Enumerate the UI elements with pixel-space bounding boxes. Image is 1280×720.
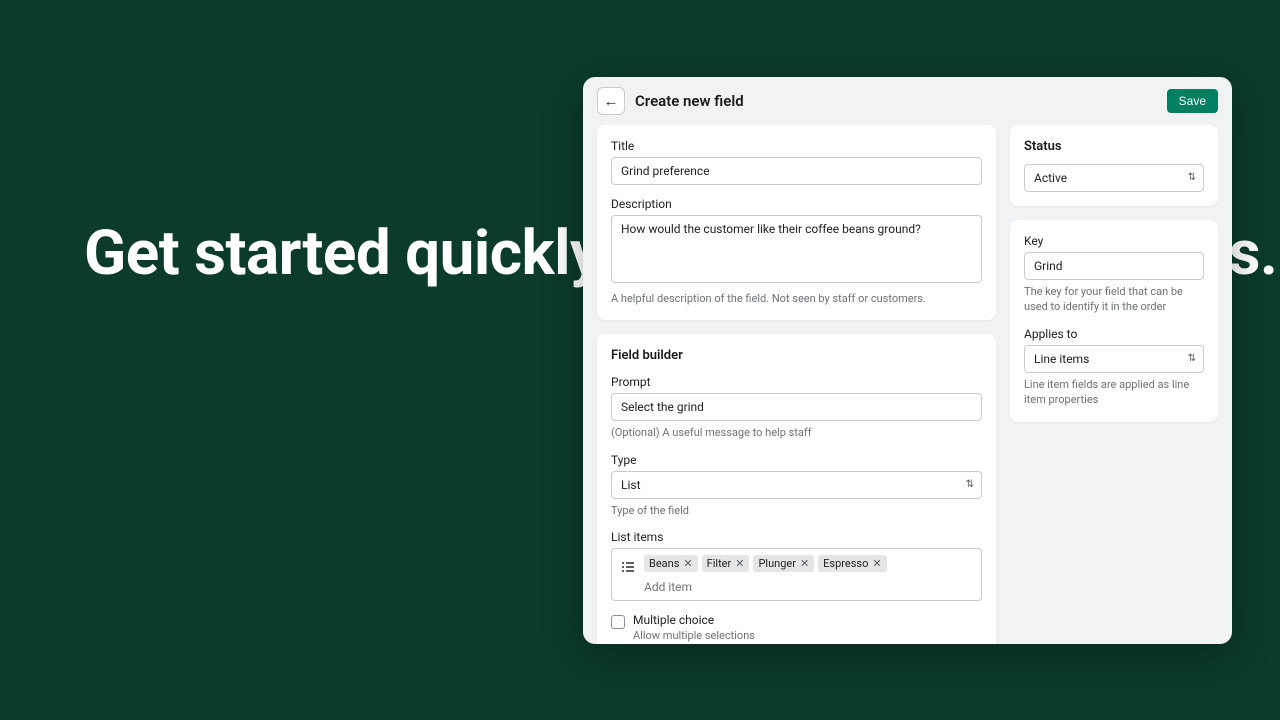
description-textarea[interactable]: How would the customer like their coffee… xyxy=(611,215,982,283)
prompt-help: (Optional) A useful message to help staf… xyxy=(611,425,982,440)
tag-item: Filter✕ xyxy=(702,555,750,572)
applies-to-help: Line item fields are applied as line ite… xyxy=(1024,377,1204,408)
applies-to-label: Applies to xyxy=(1024,327,1204,341)
arrow-left-icon: ← xyxy=(604,92,619,110)
remove-tag-icon[interactable]: ✕ xyxy=(800,558,809,569)
add-item-input[interactable] xyxy=(644,578,973,598)
key-card: Key The key for your field that can be u… xyxy=(1010,220,1218,422)
type-label: Type xyxy=(611,453,982,467)
description-label: Description xyxy=(611,197,982,211)
list-items-label: List items xyxy=(611,530,982,544)
applies-to-select[interactable] xyxy=(1024,345,1204,373)
field-builder-card: Field builder Prompt (Optional) A useful… xyxy=(597,334,996,644)
remove-tag-icon[interactable]: ✕ xyxy=(735,558,744,569)
title-input[interactable] xyxy=(611,157,982,185)
basic-info-card: Title Description How would the customer… xyxy=(597,125,996,320)
type-help: Type of the field xyxy=(611,503,982,518)
panel-title: Create new field xyxy=(635,92,1157,110)
status-heading: Status xyxy=(1024,139,1204,154)
multiple-choice-label: Multiple choice xyxy=(633,613,755,627)
prompt-input[interactable] xyxy=(611,393,982,421)
title-label: Title xyxy=(611,139,982,153)
key-label: Key xyxy=(1024,234,1204,248)
list-items-box[interactable]: Beans✕ Filter✕ Plunger✕ Espresso✕ xyxy=(611,548,982,601)
remove-tag-icon[interactable]: ✕ xyxy=(872,558,881,569)
key-help: The key for your field that can be used … xyxy=(1024,284,1204,315)
status-card: Status ⇅ xyxy=(1010,125,1218,206)
prompt-label: Prompt xyxy=(611,375,982,389)
tag-item: Espresso✕ xyxy=(818,555,886,572)
description-help: A helpful description of the field. Not … xyxy=(611,291,982,306)
remove-tag-icon[interactable]: ✕ xyxy=(683,558,692,569)
back-button[interactable]: ← xyxy=(597,87,625,115)
list-icon xyxy=(620,559,636,575)
create-field-panel: ← Create new field Save Title Descriptio… xyxy=(583,77,1232,644)
multiple-choice-help: Allow multiple selections xyxy=(633,629,755,642)
type-select[interactable] xyxy=(611,471,982,499)
multiple-choice-checkbox[interactable] xyxy=(611,615,625,629)
field-builder-heading: Field builder xyxy=(611,348,982,363)
panel-header: ← Create new field Save xyxy=(583,77,1232,125)
save-button[interactable]: Save xyxy=(1167,89,1218,113)
tag-item: Beans✕ xyxy=(644,555,698,572)
key-input[interactable] xyxy=(1024,252,1204,280)
tag-item: Plunger✕ xyxy=(753,555,814,572)
status-select[interactable] xyxy=(1024,164,1204,192)
